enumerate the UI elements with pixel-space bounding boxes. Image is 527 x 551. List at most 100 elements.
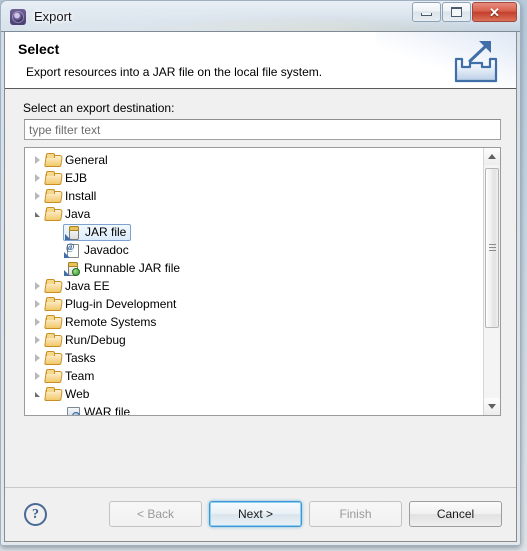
scroll-up-button[interactable] [484, 148, 500, 165]
tree-rows: General EJB Install Java JAR file @ Javadoc Run… [25, 148, 483, 415]
twisty-collapsed-icon[interactable] [29, 278, 45, 294]
window-controls: ✕ [411, 2, 517, 22]
tree-item-content: General [45, 152, 108, 168]
tree-item-install[interactable]: Install [25, 187, 483, 205]
dialog-client-area: Select Export resources into a JAR file … [4, 32, 517, 542]
minimize-icon [421, 13, 432, 16]
tree-item-remote-systems[interactable]: Remote Systems [25, 313, 483, 331]
selection-highlight: JAR file [63, 223, 132, 241]
tree-item-label: EJB [65, 171, 88, 185]
help-button[interactable]: ? [24, 503, 47, 526]
tree-item-label: Remote Systems [65, 315, 157, 329]
runnable-jar-icon [64, 260, 80, 276]
scrollbar-grip-icon [489, 244, 496, 252]
twisty-spacer [48, 242, 64, 258]
twisty-spacer [48, 224, 64, 240]
close-icon: ✕ [489, 4, 500, 20]
export-corner-icon [64, 270, 70, 276]
folder-icon [45, 152, 61, 168]
chevron-up-icon [488, 154, 496, 159]
close-button[interactable]: ✕ [472, 2, 517, 22]
tree-item-label: Install [65, 189, 97, 203]
dialog-button-bar: ? < Back Next > Finish Cancel [5, 487, 516, 541]
tree-item-content: Web [45, 386, 89, 402]
tree-item-content: Plug-in Development [45, 296, 176, 312]
tree-item-content: Tasks [45, 350, 96, 366]
tree-item-label: Run/Debug [65, 333, 126, 347]
folder-icon [45, 206, 61, 222]
tree-item-content: Team [45, 368, 94, 384]
tree-item-jar-file[interactable]: JAR file [25, 223, 483, 241]
folder-icon [45, 314, 61, 330]
twisty-collapsed-icon[interactable] [29, 170, 45, 186]
tree-item-content: @ Javadoc [64, 242, 129, 258]
export-dialog-window: Export ✕ Select Export resources into a … [0, 0, 521, 546]
back-button: < Back [109, 501, 202, 527]
window-titlebar[interactable]: Export ✕ [1, 1, 520, 31]
chevron-down-icon [488, 404, 496, 409]
tree-item-general[interactable]: General [25, 151, 483, 169]
tree-item-runnable-jar-file[interactable]: Runnable JAR file [25, 259, 483, 277]
destination-label: Select an export destination: [23, 101, 175, 115]
twisty-collapsed-icon[interactable] [29, 332, 45, 348]
jar-file-icon [65, 224, 81, 240]
folder-icon [45, 350, 61, 366]
folder-icon [45, 296, 61, 312]
twisty-spacer [48, 404, 64, 415]
tree-item-content: Java EE [45, 278, 110, 294]
export-corner-icon [65, 234, 71, 240]
cancel-button[interactable]: Cancel [409, 501, 502, 527]
wizard-header: Select Export resources into a JAR file … [5, 32, 516, 89]
tree-item-java[interactable]: Java [25, 205, 483, 223]
twisty-collapsed-icon[interactable] [29, 296, 45, 312]
folder-icon [45, 332, 61, 348]
tree-item-content: WAR file [64, 404, 130, 415]
tree-item-content: Java [45, 206, 90, 222]
wizard-buttons: < Back Next > Finish Cancel [109, 501, 502, 527]
twisty-collapsed-icon[interactable] [29, 314, 45, 330]
tree-item-run-debug[interactable]: Run/Debug [25, 331, 483, 349]
twisty-collapsed-icon[interactable] [29, 152, 45, 168]
twisty-expanded-icon[interactable] [29, 206, 45, 222]
window-title: Export [34, 8, 72, 24]
twisty-spacer [48, 260, 64, 276]
tree-item-war-file[interactable]: WAR file [25, 403, 483, 415]
twisty-collapsed-icon[interactable] [29, 368, 45, 384]
maximize-button[interactable] [442, 2, 471, 22]
export-destination-tree[interactable]: General EJB Install Java JAR file @ Javadoc Run… [24, 147, 501, 416]
tree-item-label: Web [65, 387, 90, 401]
folder-icon [45, 278, 61, 294]
run-badge-icon [72, 268, 80, 276]
tree-item-web[interactable]: Web [25, 385, 483, 403]
maximize-icon [451, 7, 462, 17]
tree-item-label: Tasks [65, 351, 96, 365]
tree-item-team[interactable]: Team [25, 367, 483, 385]
tree-item-tasks[interactable]: Tasks [25, 349, 483, 367]
tree-item-content: Runnable JAR file [64, 260, 180, 276]
finish-button: Finish [309, 501, 402, 527]
twisty-collapsed-icon[interactable] [29, 188, 45, 204]
page-title: Select [18, 41, 60, 57]
scroll-down-button[interactable] [484, 398, 500, 415]
folder-icon [45, 170, 61, 186]
tree-item-plug-in-development[interactable]: Plug-in Development [25, 295, 483, 313]
tree-vertical-scrollbar[interactable] [483, 148, 500, 415]
scrollbar-thumb[interactable] [485, 168, 499, 328]
tree-item-java-ee[interactable]: Java EE [25, 277, 483, 295]
tree-item-label: Team [65, 369, 95, 383]
war-file-icon [64, 404, 80, 415]
tree-item-javadoc[interactable]: @ Javadoc [25, 241, 483, 259]
tree-item-ejb[interactable]: EJB [25, 169, 483, 187]
minimize-button[interactable] [412, 2, 441, 22]
twisty-collapsed-icon[interactable] [29, 350, 45, 366]
page-description: Export resources into a JAR file on the … [26, 65, 323, 79]
folder-icon [45, 368, 61, 384]
folder-icon [45, 386, 61, 402]
next-button[interactable]: Next > [209, 501, 302, 527]
tree-item-label: General [65, 153, 108, 167]
tree-item-label: Javadoc [84, 243, 129, 257]
filter-input[interactable] [24, 119, 501, 140]
tree-item-content: Install [45, 188, 96, 204]
tree-item-content: Run/Debug [45, 332, 126, 348]
twisty-expanded-icon[interactable] [29, 386, 45, 402]
